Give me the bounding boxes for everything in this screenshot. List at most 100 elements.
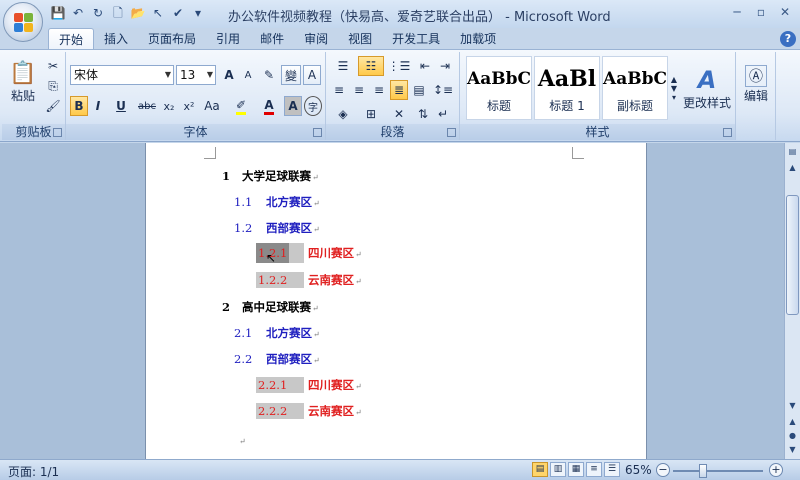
tab-add-ins[interactable]: 加载项 xyxy=(450,28,506,50)
undo-icon[interactable]: ↶ xyxy=(70,5,86,21)
zoom-slider[interactable] xyxy=(673,470,763,472)
tab-home[interactable]: 开始 xyxy=(48,28,95,50)
change-styles-button[interactable]: A 更改样式 xyxy=(682,56,732,120)
format-painter-icon[interactable]: 🖌 xyxy=(44,96,62,116)
character-border-button[interactable]: A xyxy=(303,65,321,85)
heading-line[interactable]: 2.1 北方赛区↵ xyxy=(232,325,320,341)
customize-qat-icon[interactable]: ▾ xyxy=(190,5,206,21)
new-document-icon[interactable]: 🗋 xyxy=(110,5,126,21)
borders-button[interactable]: ⊞ xyxy=(358,104,384,124)
heading-line[interactable]: 2.2 西部赛区↵ xyxy=(232,351,320,367)
bullets-button[interactable]: ☰ xyxy=(330,56,356,76)
styles-scroll[interactable]: ▲ ▼ ▾ xyxy=(668,56,680,120)
empty-paragraph[interactable]: ↵ xyxy=(238,433,246,447)
tab-view[interactable]: 视图 xyxy=(338,28,382,50)
maximize-button[interactable]: ▫ xyxy=(750,3,772,21)
tab-references[interactable]: 引用 xyxy=(206,28,250,50)
style-heading-1[interactable]: AaBl 标题 1 xyxy=(534,56,600,120)
zoom-out-button[interactable]: − xyxy=(656,463,670,477)
save-icon[interactable]: 💾 xyxy=(50,5,66,21)
styles-launcher-icon[interactable] xyxy=(723,128,732,137)
show-marks-button[interactable]: ↵ xyxy=(434,104,452,124)
superscript-button[interactable]: x² xyxy=(180,96,198,116)
font-size-combo[interactable]: 13 ▼ xyxy=(176,65,216,85)
spell-check-icon[interactable]: ✔ xyxy=(170,5,186,21)
next-page-icon[interactable]: ▼ xyxy=(786,443,799,457)
heading-line[interactable]: 2.2.1 四川赛区↵ xyxy=(256,377,362,393)
zoom-in-button[interactable]: + xyxy=(769,463,783,477)
font-color-button[interactable]: A xyxy=(256,96,282,116)
scroll-up-icon[interactable]: ▲ xyxy=(786,161,799,175)
heading-line[interactable]: 2 高中足球联赛↵ xyxy=(220,299,319,315)
distribute-button[interactable]: ▤ xyxy=(410,80,428,100)
heading-line[interactable]: 2.2.2 云南赛区↵ xyxy=(256,403,362,419)
highlight-color-button[interactable]: ✐ xyxy=(228,96,254,116)
numbering-button[interactable]: ☷ xyxy=(358,56,384,76)
increase-indent-button[interactable]: ⇥ xyxy=(436,56,454,76)
underline-button[interactable]: U xyxy=(109,96,133,116)
page-count[interactable]: 页面: 1/1 xyxy=(8,463,59,480)
clear-format-button[interactable]: ✎ xyxy=(260,65,278,85)
print-layout-view-icon[interactable]: ▤ xyxy=(532,462,548,477)
zoom-level[interactable]: 65% xyxy=(625,463,652,477)
full-screen-reading-view-icon[interactable]: ▥ xyxy=(550,462,566,477)
paste-button[interactable]: 📋 粘贴 xyxy=(6,56,40,108)
clipboard-launcher-icon[interactable] xyxy=(53,128,62,137)
line-spacing-button[interactable]: ↕≡ xyxy=(430,80,456,100)
editing-button[interactable]: Ⓐ 编辑 xyxy=(738,56,774,112)
select-browse-object-icon[interactable]: ● xyxy=(786,429,799,443)
bold-button[interactable]: B xyxy=(70,96,88,116)
tab-developer[interactable]: 开发工具 xyxy=(382,28,450,50)
cut-icon[interactable]: ✂ xyxy=(44,56,62,76)
document-page[interactable]: 1 大学足球联赛↵ 1.1 北方赛区↵ 1.2 西部赛区↵ 1.2.1 四川赛区… xyxy=(145,143,647,459)
paragraph-launcher-icon[interactable] xyxy=(447,128,456,137)
grow-font-button[interactable]: A xyxy=(220,65,238,85)
office-button[interactable] xyxy=(3,2,43,42)
open-folder-icon[interactable]: 📂 xyxy=(130,5,146,21)
heading-line[interactable]: 1 大学足球联赛↵ xyxy=(220,168,319,184)
heading-line[interactable]: 1.1 北方赛区↵ xyxy=(232,194,320,210)
subscript-button[interactable]: x₂ xyxy=(160,96,178,116)
web-layout-view-icon[interactable]: ▦ xyxy=(568,462,584,477)
scroll-thumb[interactable] xyxy=(786,195,799,315)
italic-button[interactable]: I xyxy=(90,96,106,116)
close-button[interactable]: ✕ xyxy=(774,3,796,21)
chinese-layout-button[interactable]: ✕ xyxy=(386,104,412,124)
sort-button[interactable]: ⇅ xyxy=(414,104,432,124)
align-left-button[interactable]: ≡ xyxy=(330,80,348,100)
shading-button[interactable]: ◈ xyxy=(330,104,356,124)
select-cursor-icon[interactable]: ↖ xyxy=(150,5,166,21)
align-right-button[interactable]: ≡ xyxy=(370,80,388,100)
enclose-characters-button[interactable]: 字 xyxy=(304,96,322,116)
heading-line[interactable]: 1.2 西部赛区↵ xyxy=(232,220,320,236)
vertical-scrollbar[interactable]: ▤ ▲ ▼ ▲ ● ▼ xyxy=(784,143,800,459)
help-icon[interactable]: ? xyxy=(780,31,796,47)
font-family-combo[interactable]: 宋体 ▼ xyxy=(70,65,174,85)
outline-view-icon[interactable]: ≡ xyxy=(586,462,602,477)
tab-insert[interactable]: 插入 xyxy=(94,28,138,50)
heading-line[interactable]: 1.2.2 云南赛区↵ xyxy=(256,272,362,288)
tab-page-layout[interactable]: 页面布局 xyxy=(138,28,206,50)
draft-view-icon[interactable]: ☰ xyxy=(604,462,620,477)
zoom-slider-thumb[interactable] xyxy=(699,464,707,478)
minimize-button[interactable]: ─ xyxy=(726,3,748,21)
tab-review[interactable]: 审阅 xyxy=(294,28,338,50)
change-case-button[interactable]: Aa xyxy=(200,96,224,116)
ruler-toggle-icon[interactable]: ▤ xyxy=(786,145,799,159)
style-title[interactable]: AaBbC 标题 xyxy=(466,56,532,120)
strikethrough-button[interactable]: abc xyxy=(136,96,158,116)
tab-mailings[interactable]: 邮件 xyxy=(250,28,294,50)
style-subtitle[interactable]: AaBbC 副标题 xyxy=(602,56,668,120)
phonetic-guide-button[interactable]: 變 xyxy=(281,65,301,85)
align-center-button[interactable]: ≡ xyxy=(350,80,368,100)
multilevel-list-button[interactable]: ⋮☰ xyxy=(386,56,412,76)
font-launcher-icon[interactable] xyxy=(313,128,322,137)
copy-icon[interactable]: ⎘ xyxy=(44,76,62,96)
shrink-font-button[interactable]: A xyxy=(239,65,257,85)
justify-button[interactable]: ≣ xyxy=(390,80,408,100)
decrease-indent-button[interactable]: ⇤ xyxy=(416,56,434,76)
previous-page-icon[interactable]: ▲ xyxy=(786,415,799,429)
character-shading-button[interactable]: A xyxy=(284,96,302,116)
scroll-down-icon[interactable]: ▼ xyxy=(786,399,799,413)
redo-icon[interactable]: ↻ xyxy=(90,5,106,21)
